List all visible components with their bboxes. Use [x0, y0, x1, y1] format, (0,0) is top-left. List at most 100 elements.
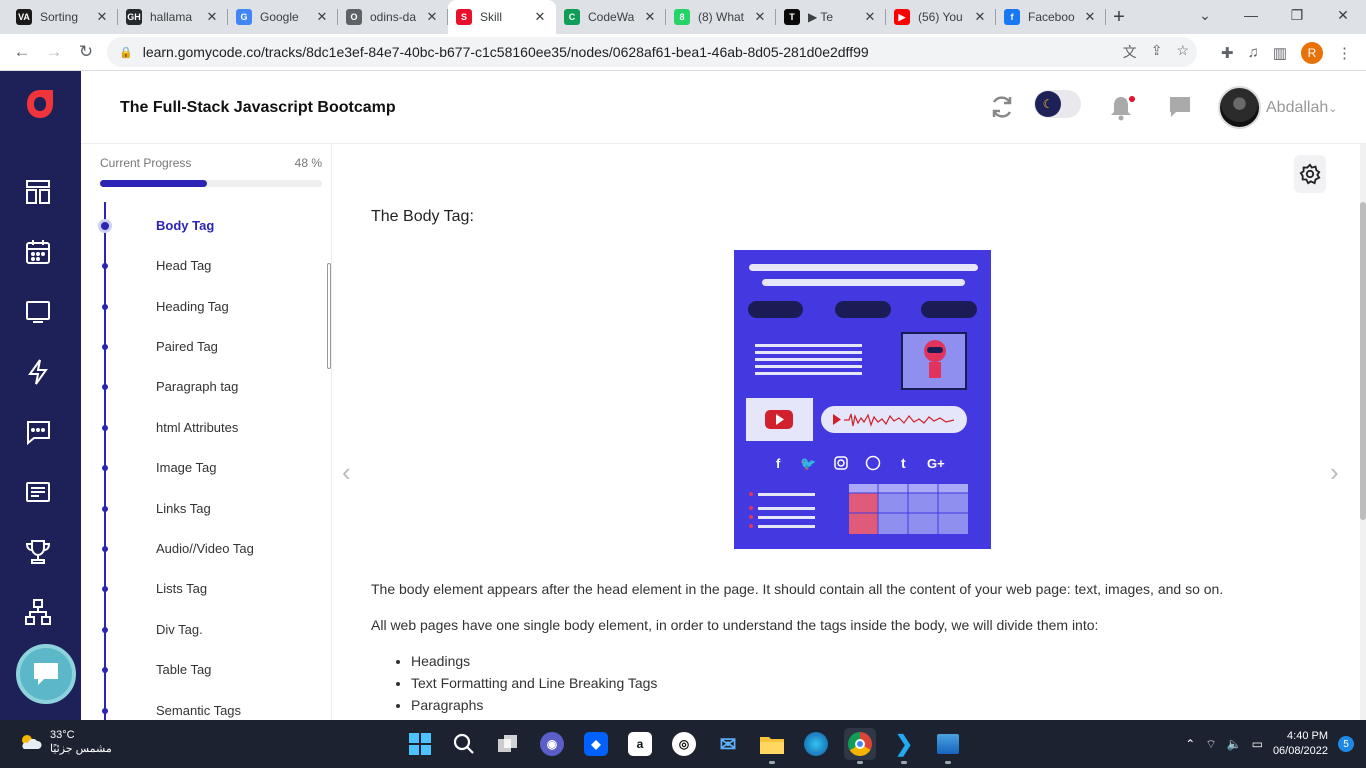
minimize-button[interactable]: — — [1228, 0, 1274, 34]
lesson-name: Audio//Video Tag — [156, 541, 254, 556]
tab-close-icon[interactable]: ✕ — [204, 9, 220, 25]
scrollbar-thumb[interactable] — [1360, 202, 1366, 520]
notification-dot — [1129, 96, 1135, 102]
username[interactable]: Abdallah⌄ — [1266, 99, 1338, 117]
lesson-item[interactable]: html Attributes — [81, 415, 321, 441]
lesson-item[interactable]: Table Tag — [81, 657, 321, 683]
settings-button[interactable] — [1294, 155, 1326, 193]
previous-arrow-icon[interactable]: ‹ — [342, 457, 351, 488]
tab-close-icon[interactable]: ✕ — [642, 9, 658, 25]
chat-icon[interactable] — [24, 418, 52, 446]
lesson-item[interactable]: Lists Tag — [81, 576, 321, 602]
tab-close-icon[interactable]: ✕ — [972, 9, 988, 25]
tab-favicon-icon: S — [456, 9, 472, 25]
browser-tab[interactable]: G Google ✕ — [228, 0, 338, 34]
translate-icon[interactable]: 文 — [1123, 42, 1137, 62]
trophy-icon[interactable] — [24, 538, 52, 566]
lesson-item[interactable]: Paragraph tag — [81, 374, 321, 400]
extensions-icon[interactable]: ✚ — [1221, 44, 1234, 62]
chrome-icon[interactable] — [844, 728, 876, 764]
dark-mode-toggle[interactable]: ☾ — [1034, 90, 1081, 118]
weather-widget[interactable]: 33°C مشمس جزئيًا — [18, 728, 112, 756]
edge-icon[interactable] — [804, 732, 828, 756]
notification-badge[interactable]: 5 — [1338, 736, 1354, 752]
refresh-icon[interactable] — [989, 94, 1015, 120]
dashboard-icon[interactable] — [24, 178, 52, 206]
close-window-button[interactable]: ✕ — [1320, 0, 1366, 34]
lesson-item[interactable]: Div Tag. — [81, 617, 321, 643]
browser-tab[interactable]: VA Sorting ✕ — [8, 0, 118, 34]
back-button[interactable]: ← — [6, 42, 38, 62]
user-avatar[interactable] — [1218, 86, 1261, 129]
calendar-icon[interactable] — [24, 238, 52, 266]
lesson-item[interactable]: Heading Tag — [81, 294, 321, 320]
menu-kebab-icon[interactable]: ⋮ — [1337, 44, 1352, 62]
tab-title: (56) You — [918, 10, 963, 24]
messages-icon[interactable] — [1168, 95, 1192, 119]
file-explorer-icon[interactable] — [756, 728, 788, 764]
tab-close-icon[interactable]: ✕ — [862, 9, 878, 25]
lesson-item[interactable]: Head Tag — [81, 253, 321, 279]
browser-tab[interactable]: f Faceboo ✕ — [996, 0, 1106, 34]
side-panel-icon[interactable]: ▥ — [1273, 44, 1287, 62]
browser-tab[interactable]: GH hallama ✕ — [118, 0, 228, 34]
teams-chat-icon[interactable]: ◉ — [540, 732, 564, 756]
browser-tab[interactable]: Oodins-da ✕ — [338, 0, 448, 34]
laptop-icon[interactable] — [24, 298, 52, 326]
forward-button[interactable]: → — [38, 42, 70, 62]
new-tab-button[interactable]: + — [1103, 0, 1135, 34]
browser-tab[interactable]: S Skill ✕ — [448, 0, 556, 34]
hierarchy-icon[interactable] — [24, 598, 52, 626]
article-icon[interactable] — [24, 478, 52, 506]
task-view-icon[interactable] — [492, 728, 524, 760]
lesson-item[interactable]: Semantic Tags — [81, 698, 321, 720]
lightning-icon[interactable] — [24, 358, 52, 386]
tab-search-icon[interactable]: ⌄ — [1182, 0, 1228, 34]
chat-bubble-icon — [34, 663, 58, 685]
volume-icon[interactable]: 🔈 — [1227, 737, 1242, 751]
lesson-item[interactable]: Image Tag — [81, 455, 321, 481]
browser-tab[interactable]: C CodeWa ✕ — [556, 0, 666, 34]
reload-button[interactable]: ↻ — [70, 42, 102, 62]
lesson-item[interactable]: Audio//Video Tag — [81, 536, 321, 562]
show-hidden-icons-chevron-icon[interactable]: ⌃ — [1185, 737, 1195, 751]
app-circle-icon[interactable]: ◎ — [672, 732, 696, 756]
media-control-icon[interactable]: ♫ — [1248, 44, 1259, 61]
amazon-icon[interactable]: a — [628, 732, 652, 756]
profile-avatar[interactable]: R — [1301, 41, 1323, 64]
address-bar[interactable]: 🔒 learn.gomycode.co/tracks/8dc1e3ef-84e7… — [107, 37, 1197, 67]
share-icon[interactable]: ⇪ — [1151, 42, 1163, 62]
dropbox-icon[interactable]: ◆ — [584, 732, 608, 756]
vscode-icon[interactable]: ❯ — [888, 728, 920, 764]
timeline-dot — [102, 384, 108, 390]
clock[interactable]: 4:40 PM 06/08/2022 — [1273, 729, 1328, 759]
browser-tab[interactable]: T ▶ Te ✕ — [776, 0, 886, 34]
tab-title: (8) What — [698, 10, 745, 24]
lesson-item[interactable]: Body Tag — [81, 213, 321, 239]
start-button[interactable] — [404, 728, 436, 760]
tab-close-icon[interactable]: ✕ — [94, 9, 110, 25]
page-scrollbar[interactable] — [1360, 144, 1366, 720]
bookmark-star-icon[interactable]: ☆ — [1176, 42, 1189, 62]
support-chat-button[interactable] — [16, 644, 76, 704]
tab-close-icon[interactable]: ✕ — [314, 9, 330, 25]
progress-value: 48 % — [294, 156, 322, 170]
mail-icon[interactable]: ✉ — [712, 728, 744, 760]
battery-icon[interactable]: ▭ — [1252, 737, 1263, 751]
wifi-icon[interactable]: ⌔ — [1205, 737, 1216, 752]
folder-icon — [760, 737, 784, 754]
restore-button[interactable]: ❐ — [1274, 0, 1320, 34]
tab-close-icon[interactable]: ✕ — [1082, 9, 1098, 25]
lock-icon[interactable]: 🔒 — [119, 46, 133, 59]
tab-close-icon[interactable]: ✕ — [532, 9, 548, 25]
browser-tab[interactable]: ▶ (56) You ✕ — [886, 0, 996, 34]
lesson-item[interactable]: Links Tag — [81, 496, 321, 522]
browser-tab[interactable]: 8 (8) What ✕ — [666, 0, 776, 34]
photos-icon[interactable] — [932, 728, 964, 764]
tab-close-icon[interactable]: ✕ — [424, 9, 440, 25]
gomycode-logo[interactable] — [24, 87, 56, 121]
tab-close-icon[interactable]: ✕ — [752, 9, 768, 25]
lesson-item[interactable]: Paired Tag — [81, 334, 321, 360]
search-icon[interactable] — [448, 728, 480, 760]
next-arrow-icon[interactable]: › — [1330, 457, 1339, 488]
